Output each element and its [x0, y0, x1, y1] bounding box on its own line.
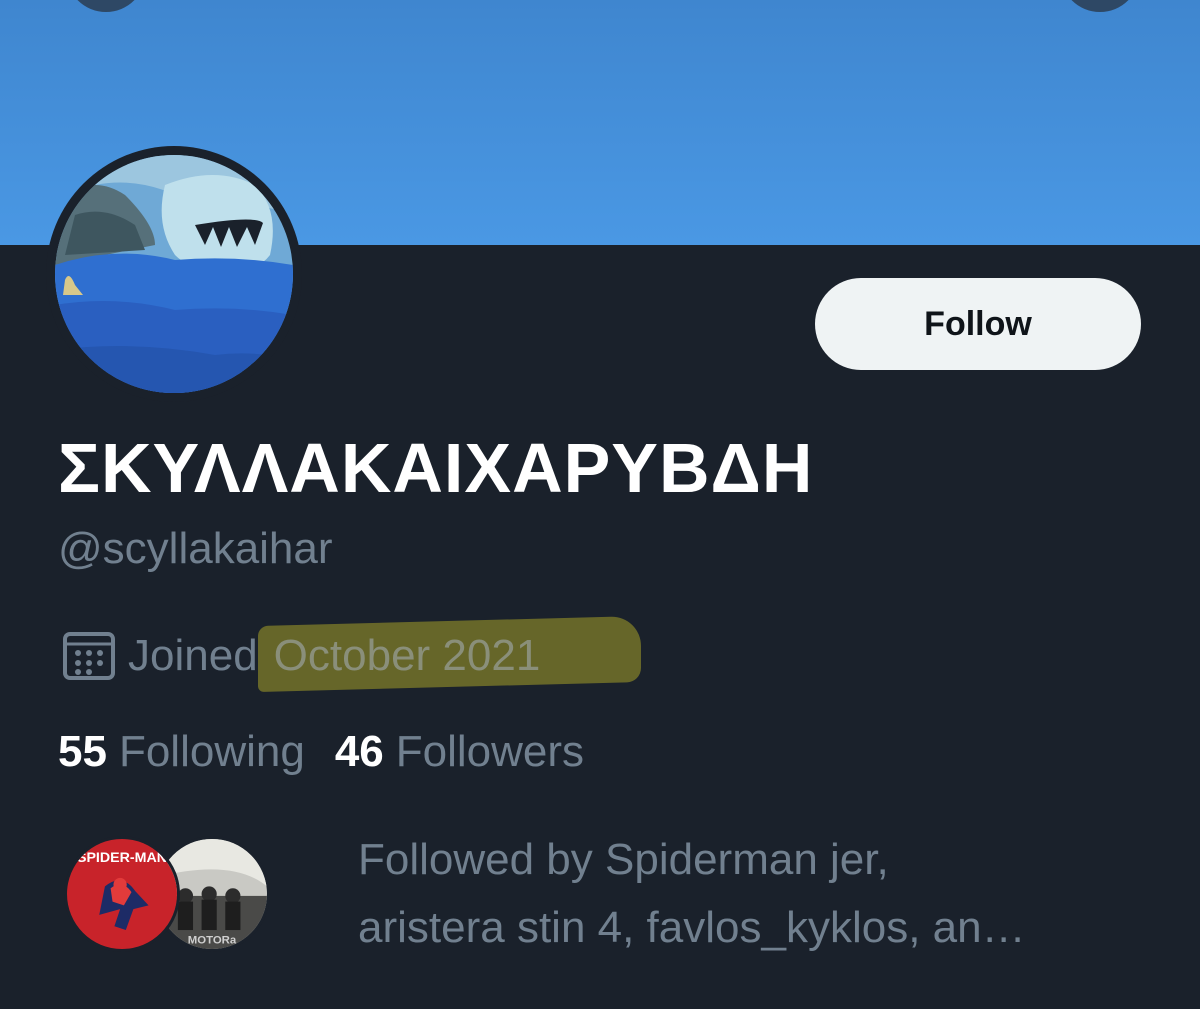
joined-date: October 2021: [257, 615, 641, 693]
following-count: 55: [58, 727, 107, 776]
joined-date-row: Joined October 2021: [62, 615, 641, 693]
calendar-icon: [63, 632, 115, 680]
mutual-followers-avatars[interactable]: SPIDER-MAN MOTORa: [64, 836, 270, 952]
followers-count: 46: [334, 727, 384, 776]
follow-stats: 55 Following 46 Followers: [58, 724, 584, 780]
mutual-avatar2-text: MOTORa: [188, 934, 237, 946]
profile-avatar[interactable]: [46, 146, 302, 402]
joined-label: Joined: [128, 631, 258, 680]
followed-by-text[interactable]: Followed by Spiderman jer, aristera stin…: [358, 826, 1158, 962]
following-link[interactable]: 55 Following: [58, 727, 305, 777]
followers-label: Followers: [395, 727, 585, 776]
mutual-avatar1-text: SPIDER-MAN: [77, 850, 167, 866]
avatar-image: [55, 155, 293, 393]
display-name: ΣΚΥΛΛΑΚΑΙΧΑΡΥΒΔΗ: [58, 429, 814, 507]
following-label: Following: [118, 727, 305, 776]
followed-by-line-1: Followed by Spiderman jer,: [358, 835, 889, 884]
joined-date-text: October 2021: [273, 631, 541, 680]
user-handle: @scyllakaihar: [58, 524, 333, 573]
followed-by-line-2: aristera stin 4, favlos_kyklos, an…: [358, 903, 1026, 952]
mutual-avatar-spiderman: SPIDER-MAN: [64, 836, 180, 952]
followers-link[interactable]: 46 Followers: [335, 727, 584, 777]
follow-button[interactable]: Follow: [815, 278, 1141, 370]
